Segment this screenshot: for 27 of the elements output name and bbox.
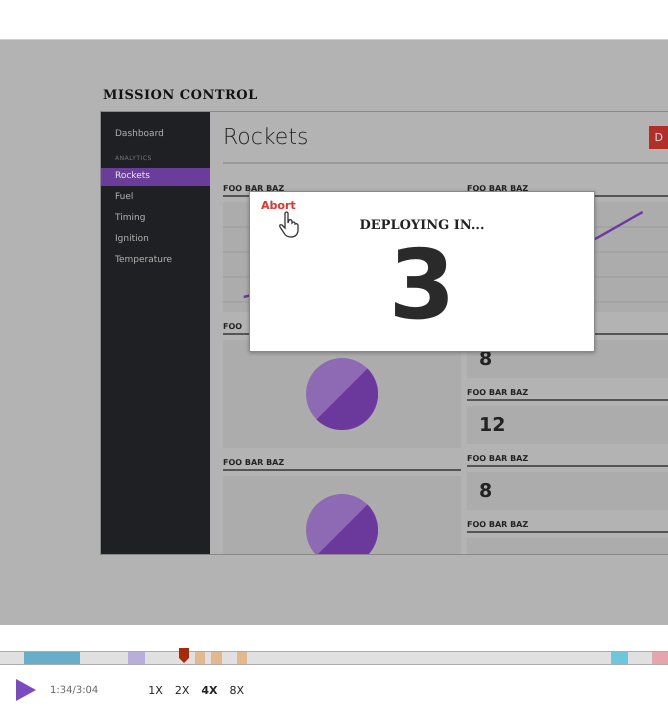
card-label: FOO BAR BAZ bbox=[223, 458, 461, 471]
card-label: FOO BAR BAZ bbox=[467, 454, 668, 467]
stat-value: 8 bbox=[479, 480, 492, 502]
dialog-heading: DEPLOYING IN... bbox=[359, 218, 484, 233]
stat-value: 12 bbox=[479, 414, 506, 436]
pie-chart-drawing bbox=[306, 494, 378, 554]
sidebar-item[interactable]: Ignition bbox=[101, 231, 210, 249]
playback-time: 1:34/3:04 bbox=[50, 684, 98, 696]
sidebar-item[interactable]: Temperature bbox=[101, 252, 210, 270]
speed-option[interactable]: 4X bbox=[201, 684, 218, 696]
sidebar-item[interactable]: Dashboard bbox=[101, 126, 210, 144]
page-title: Rockets bbox=[223, 124, 308, 150]
pie-chart-drawing bbox=[306, 358, 378, 430]
speed-option[interactable]: 1X bbox=[148, 684, 163, 696]
card-label: FOO BAR BAZ bbox=[467, 388, 668, 401]
card-label: FOO BAR BAZ bbox=[467, 520, 668, 533]
app-title: MISSION CONTROL bbox=[103, 88, 259, 103]
sidebar-item[interactable]: Timing bbox=[101, 210, 210, 228]
sidebar-item[interactable]: Rockets bbox=[101, 168, 210, 186]
play-icon[interactable] bbox=[16, 679, 36, 701]
deploy-button[interactable]: D bbox=[648, 126, 668, 148]
abort-link[interactable]: Abort bbox=[261, 199, 296, 212]
timeline-track[interactable] bbox=[0, 651, 668, 665]
speed-option[interactable]: 2X bbox=[174, 684, 190, 696]
playhead-marker[interactable] bbox=[178, 648, 189, 663]
sidebar-item[interactable]: Fuel bbox=[101, 189, 210, 207]
speed-option[interactable]: 8X bbox=[230, 684, 244, 696]
